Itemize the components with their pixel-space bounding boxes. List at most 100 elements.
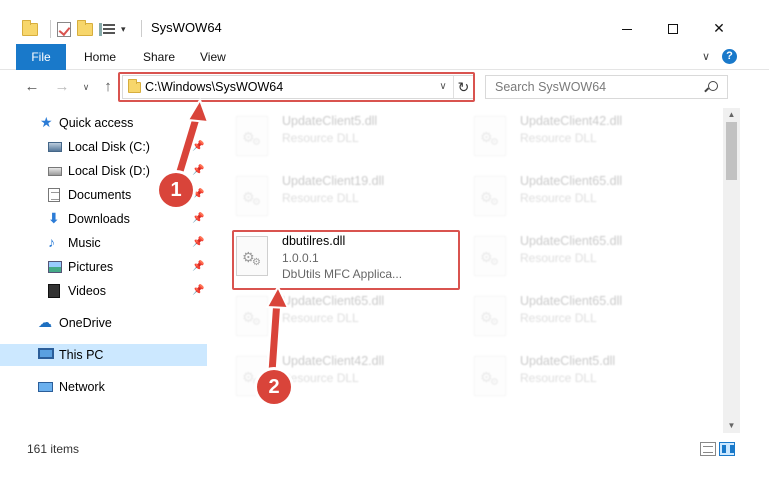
sidebar-item-onedrive[interactable]: ☁ OneDrive bbox=[0, 312, 207, 334]
star-icon: ★ bbox=[40, 114, 53, 130]
file-name: UpdateClient65.dll bbox=[520, 174, 623, 188]
address-highlight-box bbox=[118, 72, 475, 102]
network-icon bbox=[38, 382, 53, 392]
tab-home[interactable]: Home bbox=[84, 44, 116, 70]
file-highlight-box bbox=[232, 230, 460, 290]
sidebar-item-label: This PC bbox=[59, 348, 104, 362]
forward-button[interactable]: → bbox=[52, 75, 72, 99]
file-type: Resource DLL bbox=[520, 131, 597, 145]
search-input[interactable]: Search SysWOW64 bbox=[495, 76, 606, 98]
up-button[interactable]: ↑ bbox=[98, 75, 118, 99]
dll-file-icon bbox=[236, 296, 268, 336]
scroll-down-icon[interactable]: ▼ bbox=[723, 419, 740, 433]
minimize-icon bbox=[622, 28, 632, 30]
onedrive-cloud-icon: ☁ bbox=[38, 314, 52, 330]
file-name: UpdateClient5.dll bbox=[520, 354, 616, 368]
tab-share[interactable]: Share bbox=[143, 44, 175, 70]
sidebar-item-label: Downloads bbox=[68, 212, 130, 226]
close-button[interactable]: ✕ bbox=[696, 14, 742, 42]
dll-file-icon bbox=[474, 296, 506, 336]
dll-file-icon bbox=[236, 116, 268, 156]
file-type: Resource DLL bbox=[282, 131, 359, 145]
search-box[interactable]: Search SysWOW64 bbox=[485, 75, 728, 99]
quick-access-toolbar: ▾ bbox=[22, 19, 132, 38]
file-name: UpdateClient42.dll bbox=[520, 114, 623, 128]
scroll-thumb[interactable] bbox=[726, 122, 737, 180]
details-view-icon[interactable] bbox=[700, 442, 716, 456]
file-type: Resource DLL bbox=[520, 311, 597, 325]
step-2-badge: 2 bbox=[257, 370, 291, 404]
file-tile[interactable]: UpdateClient65.dll Resource DLL bbox=[448, 170, 668, 222]
step-1-badge: 1 bbox=[159, 173, 193, 207]
maximize-button[interactable] bbox=[650, 14, 696, 42]
sidebar-item-pictures[interactable]: Pictures 📌 bbox=[0, 256, 207, 278]
sidebar-item-music[interactable]: ♪ Music 📌 bbox=[0, 232, 207, 254]
window-title: SysWOW64 bbox=[151, 20, 222, 35]
pictures-icon bbox=[48, 261, 62, 273]
file-tile[interactable]: UpdateClient65.dll Resource DLL bbox=[210, 290, 430, 342]
vertical-scrollbar[interactable]: ▲ ▼ bbox=[723, 108, 740, 433]
title-bar: ▾ SysWOW64 ✕ bbox=[0, 0, 769, 42]
file-tile[interactable]: UpdateClient42.dll Resource DLL bbox=[210, 350, 430, 402]
sidebar-item-label: OneDrive bbox=[59, 316, 112, 330]
file-type: Resource DLL bbox=[520, 251, 597, 265]
sidebar-item-label: Documents bbox=[68, 188, 132, 202]
file-tile[interactable]: UpdateClient5.dll Resource DLL bbox=[210, 110, 430, 162]
item-count: 161 items bbox=[27, 442, 80, 456]
file-name: UpdateClient42.dll bbox=[282, 354, 385, 368]
file-tile[interactable]: UpdateClient5.dll Resource DLL bbox=[448, 350, 668, 402]
qat-separator bbox=[50, 20, 51, 38]
drive-icon bbox=[48, 142, 62, 152]
new-folder-icon[interactable] bbox=[77, 19, 93, 36]
sidebar-item-downloads[interactable]: ⬇ Downloads 📌 bbox=[0, 208, 207, 230]
file-type: Resource DLL bbox=[282, 371, 359, 385]
file-tile[interactable]: UpdateClient65.dll Resource DLL bbox=[448, 230, 668, 282]
sidebar-item-label: Pictures bbox=[68, 260, 114, 274]
maximize-icon bbox=[668, 24, 678, 35]
sidebar-item-local-disk-c[interactable]: Local Disk (C:) 📌 bbox=[0, 136, 207, 158]
recent-locations-button[interactable]: ∨ bbox=[80, 75, 92, 99]
sidebar-item-label: Local Disk (D:) bbox=[68, 164, 150, 178]
tab-file[interactable]: File bbox=[16, 44, 66, 70]
properties-list-icon[interactable] bbox=[99, 22, 115, 36]
qat-dropdown-icon[interactable]: ▾ bbox=[121, 24, 126, 35]
minimize-button[interactable] bbox=[604, 14, 650, 42]
navigation-bar: ← → ∨ ↑ C:\Windows\SysWOW64 ∨ ↻ Search S… bbox=[0, 72, 769, 102]
sidebar-item-quick-access[interactable]: ★ Quick access bbox=[0, 112, 207, 134]
sidebar-item-label: Music bbox=[68, 236, 101, 250]
status-bar: 161 items bbox=[0, 437, 769, 461]
search-icon[interactable] bbox=[708, 81, 718, 91]
title-separator bbox=[141, 20, 142, 37]
file-name: UpdateClient65.dll bbox=[520, 294, 623, 308]
tab-view[interactable]: View bbox=[200, 44, 226, 70]
sidebar-item-label: Network bbox=[59, 380, 105, 394]
scroll-up-icon[interactable]: ▲ bbox=[723, 108, 740, 122]
sidebar-item-label: Quick access bbox=[59, 116, 134, 130]
file-name: UpdateClient19.dll bbox=[282, 174, 385, 188]
documents-icon bbox=[48, 188, 60, 202]
pin-icon: 📌 bbox=[192, 261, 205, 272]
sidebar-item-this-pc[interactable]: This PC bbox=[0, 344, 207, 366]
file-type: Resource DLL bbox=[520, 371, 597, 385]
file-tile[interactable]: UpdateClient19.dll Resource DLL bbox=[210, 170, 430, 222]
sidebar-item-network[interactable]: Network bbox=[0, 376, 207, 398]
pin-icon: 📌 bbox=[192, 237, 205, 248]
downloads-icon: ⬇ bbox=[48, 210, 60, 226]
videos-icon bbox=[48, 284, 60, 298]
dll-file-icon bbox=[474, 356, 506, 396]
computer-icon bbox=[38, 348, 54, 359]
dll-file-icon bbox=[474, 116, 506, 156]
sidebar-item-videos[interactable]: Videos 📌 bbox=[0, 280, 207, 302]
back-button[interactable]: ← bbox=[22, 75, 42, 99]
file-tile[interactable]: UpdateClient42.dll Resource DLL bbox=[448, 110, 668, 162]
properties-check-icon[interactable] bbox=[57, 21, 71, 37]
sidebar-item-label: Videos bbox=[68, 284, 106, 298]
help-icon[interactable]: ? bbox=[722, 49, 737, 64]
explorer-window: ▾ SysWOW64 ✕ File Home Share View ∨ ? ← … bbox=[0, 0, 769, 490]
file-tile[interactable]: UpdateClient65.dll Resource DLL bbox=[448, 290, 668, 342]
expand-ribbon-chevron-icon[interactable]: ∨ bbox=[702, 50, 710, 63]
folder-icon[interactable] bbox=[22, 19, 38, 36]
dll-file-icon bbox=[474, 236, 506, 276]
large-icons-view-icon[interactable] bbox=[719, 442, 735, 456]
dll-file-icon bbox=[236, 176, 268, 216]
